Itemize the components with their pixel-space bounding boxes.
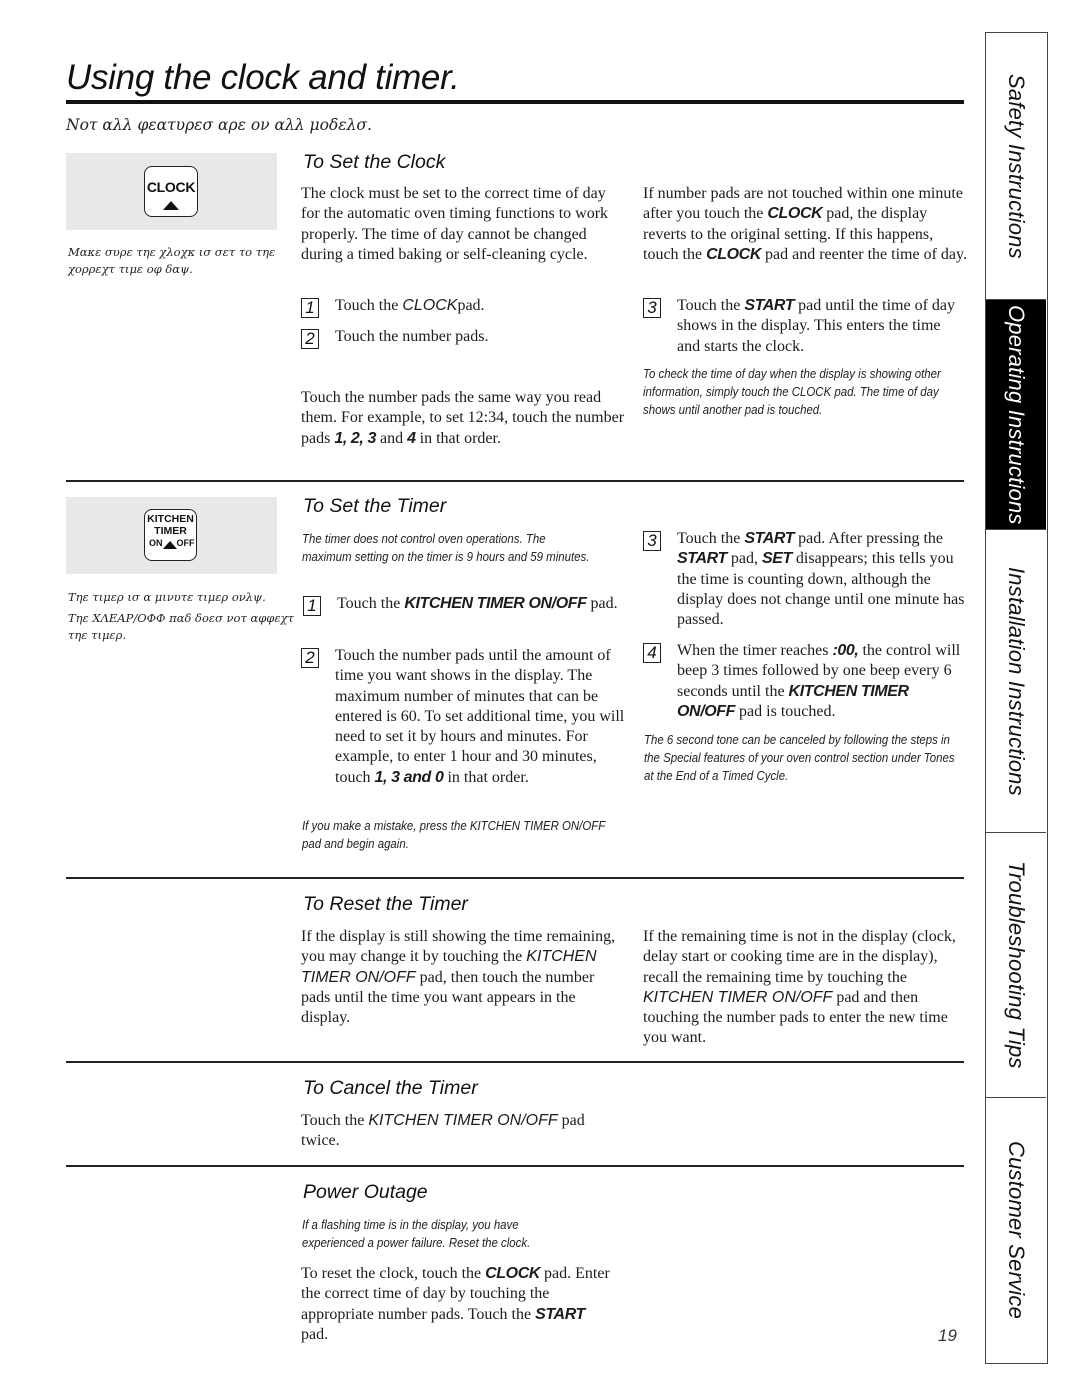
clock-pad-panel: CLOCK [66,153,277,230]
reset-timer-heading: To Reset the Timer [303,893,468,915]
tab-operating-instructions[interactable]: Operating Instructions [986,300,1046,530]
set-clock-heading: To Set the Clock [303,151,446,173]
page-number: 19 [938,1326,957,1345]
clock-step-1: 1 Touch the CLOCKpad. [301,296,621,318]
timer-step-4: 4 When the timer reaches :00, the contro… [643,641,969,722]
section-tabs: Safety Instructions Operating Instructio… [985,32,1048,1364]
triangle-up-icon [163,201,179,210]
timer-side-note-2: Τηε ΧΛΕΑΡ/ΟΦΦ παδ δοεσ νοτ αφφεχτ τηε τι… [68,611,294,642]
clock-timeout-para: If number pads are not touched within on… [643,185,967,263]
timer-pad-panel: KITCHEN TIMER ON OFF [66,497,277,574]
power-outage-heading: Power Outage [303,1181,428,1203]
reset-timer-right: If the remaining time is not in the disp… [643,928,956,1047]
clock-side-note: Μακε συρε τηε χλοχκ ισ σετ το τηε χορρεχ… [68,245,276,276]
triangle-up-icon [162,541,177,549]
cancel-timer-text: Touch the KITCHEN TIMER ON/OFF pad twice… [301,1112,585,1150]
set-timer-heading: To Set the Timer [303,495,447,517]
clock-intro: The clock must be set to the correct tim… [301,185,609,263]
timer-mistake-note: If you make a mistake, press the KITCHEN… [302,818,606,851]
section-divider [66,877,964,879]
models-note: Νοτ αλλ φεατυρεσ αρε ον αλλ μοδελσ. [66,116,372,134]
page-title: Using the clock and timer. [66,58,460,97]
clock-step-3: 3 Touch the START pad until the time of … [643,296,965,357]
title-rule [66,100,964,104]
reset-timer-left: If the display is still showing the time… [301,928,616,1027]
timer-step-1: 1 Touch the KITCHEN TIMER ON/OFF pad. [303,594,625,616]
clock-step-2: 2 Touch the number pads. [301,327,621,349]
tab-safety-instructions[interactable]: Safety Instructions [986,33,1046,300]
clock-example: Touch the number pads the same way you r… [301,389,625,447]
power-outage-note: If a flashing time is in the display, yo… [302,1217,531,1250]
timer-step-2: 2 Touch the number pads until the amount… [301,646,627,788]
tab-customer-service[interactable]: Customer Service [986,1098,1046,1362]
cancel-timer-heading: To Cancel the Timer [303,1077,478,1099]
timer-step-3: 3 Touch the START pad. After pressing th… [643,529,967,630]
timer-intro-note: The timer does not control oven operatio… [302,531,590,564]
section-divider [66,1061,964,1063]
tab-installation-instructions[interactable]: Installation Instructions [986,530,1046,833]
tab-troubleshooting-tips[interactable]: Troubleshooting Tips [986,833,1046,1098]
clock-check-note: To check the time of day when the displa… [643,366,941,417]
clock-pad-icon: CLOCK [144,166,198,217]
timer-side-note-1: Τηε τιμερ ισ α μινυτε τιμερ ονλψ. [68,590,266,604]
timer-tone-note: The 6 second tone can be canceled by fol… [644,732,955,783]
section-divider [66,1165,964,1167]
section-divider [66,480,964,482]
power-outage-text: To reset the clock, touch the CLOCK pad.… [301,1265,610,1343]
kitchen-timer-pad-icon: KITCHEN TIMER ON OFF [144,509,197,561]
